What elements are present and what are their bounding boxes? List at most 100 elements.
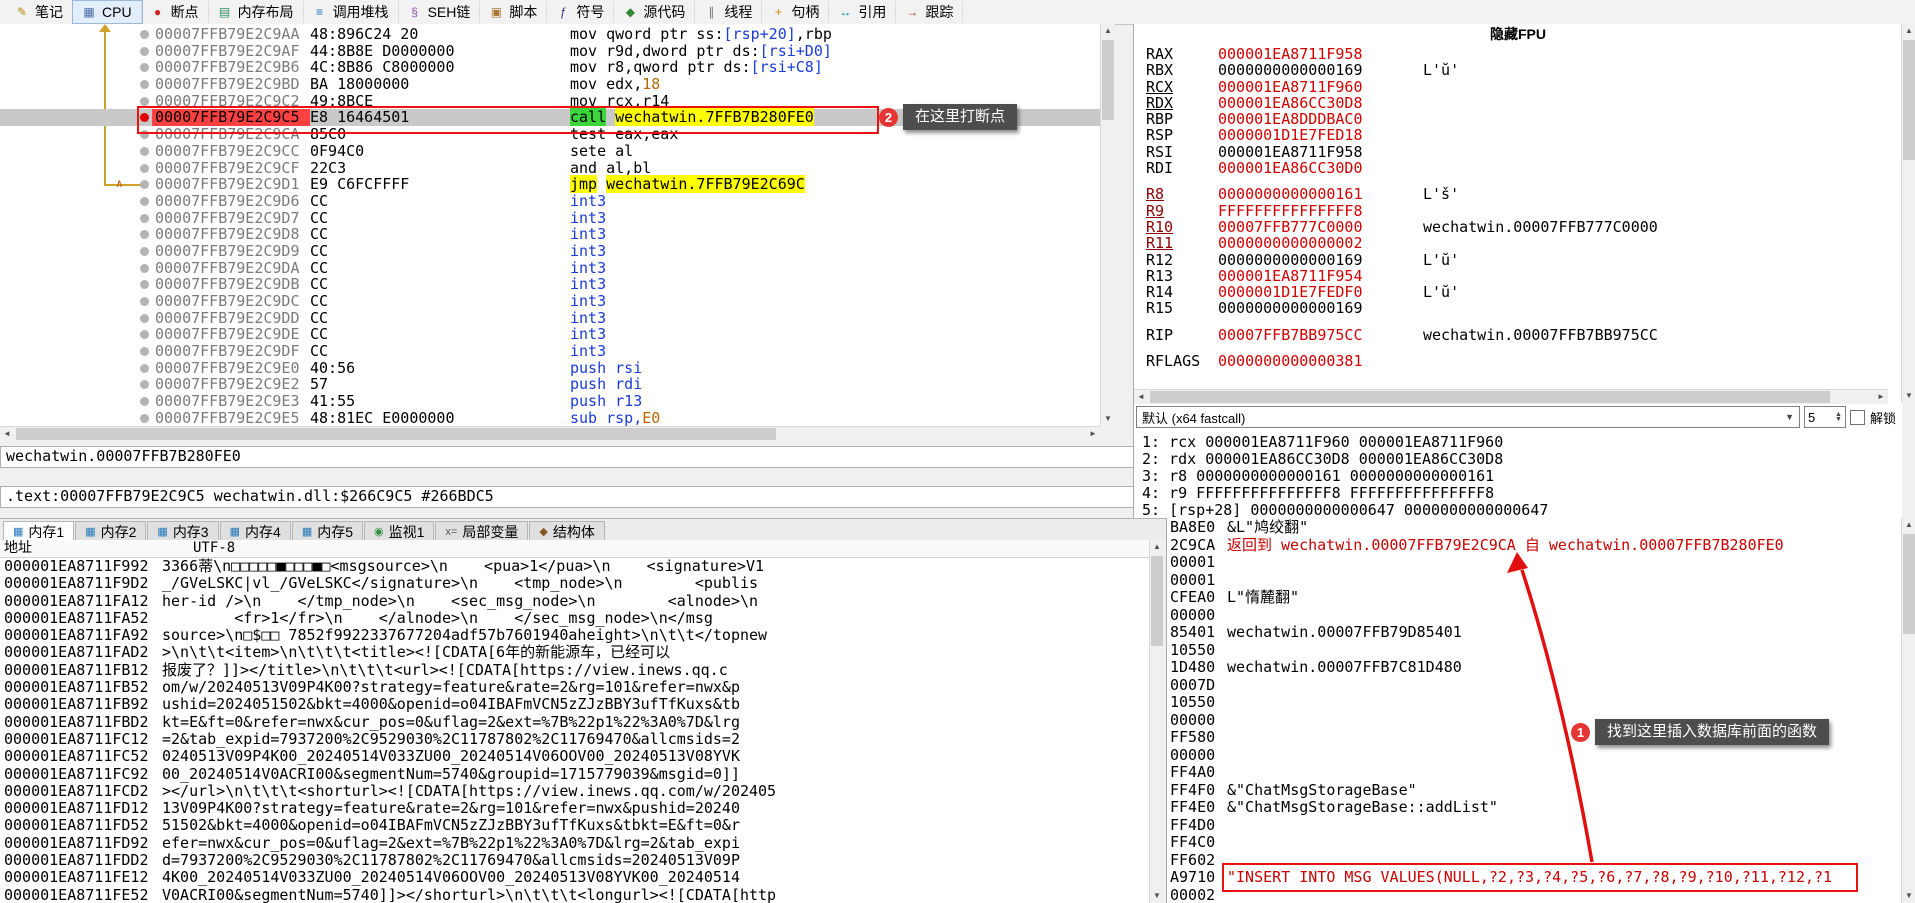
dump-row[interactable]: 000001EA8711FA52 <fr>1</fr>\n </alnode>\…: [0, 609, 1149, 627]
register-row[interactable]: R8 0000000000000161 L'š': [1146, 186, 1896, 203]
disasm-row[interactable]: 00007FFB79E2C9AA 48:896C24 20 mov qword pt…: [0, 26, 1100, 43]
breakpoint-slot[interactable]: [140, 413, 149, 423]
toolbar-tab-call-stack[interactable]: ≡ 调用堆栈: [304, 1, 399, 23]
disasm-row[interactable]: 00007FFB79E2C9CC 0F94C0 sete al: [0, 142, 1100, 160]
disasm-row[interactable]: 00007FFB79E2C9BD BA 18000000 mov edx,18: [0, 76, 1100, 93]
scroll-thumb[interactable]: [1903, 40, 1915, 160]
stack-row[interactable]: 2C9CA 返回到 wechatwin.00007FFB79E2C9CA 自 we…: [1167, 536, 1902, 555]
args-count-spinner[interactable]: 5 ▲ ▼: [1803, 406, 1846, 428]
toolbar-tab-notes[interactable]: ✎ 笔记: [6, 1, 73, 23]
disasm-row[interactable]: 00007FFB79E2C9DB CC int3: [0, 276, 1100, 293]
breakpoint-slot[interactable]: [140, 330, 149, 340]
hide-fpu-button[interactable]: 隐藏FPU: [1134, 24, 1902, 44]
dump-row[interactable]: 000001EA8711FC12 =2&tab_expid=7937200%2C9…: [0, 730, 1149, 748]
breakpoint-slot[interactable]: [140, 146, 149, 156]
breakpoint-slot[interactable]: [140, 96, 149, 106]
stack-row[interactable]: 0007D: [1167, 676, 1902, 695]
dump-vscrollbar[interactable]: ▲ ▼: [1149, 540, 1164, 903]
scroll-right-icon[interactable]: ►: [1874, 390, 1888, 404]
disasm-row[interactable]: 00007FFB79E2C9D7 CC int3: [0, 209, 1100, 227]
scroll-left-icon[interactable]: ◄: [1134, 390, 1148, 404]
register-row[interactable]: R10 00007FFB777C0000 wechatwin.00007FFB777…: [1146, 219, 1896, 236]
disassembly-vscrollbar[interactable]: ▲ ▼: [1100, 24, 1115, 426]
register-row[interactable]: RCX 000001EA8711F960: [1146, 78, 1896, 95]
dump-row[interactable]: 000001EA8711FA92 source>\n□$□□ 7852f99223…: [0, 626, 1149, 644]
scroll-up-icon[interactable]: ▲: [1902, 24, 1915, 38]
scroll-up-icon[interactable]: ▲: [1101, 24, 1115, 38]
register-row[interactable]: RBX 0000000000000169 L'ŭ': [1146, 62, 1896, 79]
unlock-checkbox[interactable]: 解锁: [1849, 408, 1900, 427]
dump-row[interactable]: 000001EA8711FB92 ushid=2024051502&bkt=400…: [0, 696, 1149, 714]
disasm-row[interactable]: 00007FFB79E2C9DD CC int3: [0, 309, 1100, 327]
stack-panel[interactable]: BA8E0 &L"鸠绞翻" 2C9CA 返回到 wechatwin.00007FFB7…: [1166, 518, 1902, 903]
dump-row[interactable]: 000001EA8711FA12 her-id />\n </tmp_node>\…: [0, 592, 1149, 610]
dump-row[interactable]: 000001EA8711FC92 00_20240514V0ACRI00&segm…: [0, 765, 1149, 783]
register-row[interactable]: RFLAGS 0000000000000381: [1146, 353, 1896, 370]
disasm-row[interactable]: 00007FFB79E2C9E0 40:56 push rsi: [0, 359, 1100, 377]
register-row[interactable]: RBP 000001EA8DDDBAC0: [1146, 111, 1896, 128]
register-row[interactable]: R13 000001EA8711F954: [1146, 268, 1896, 285]
bottom-tab-dump3[interactable]: ▦ 内存3: [147, 521, 219, 541]
stack-row[interactable]: 00001: [1167, 553, 1902, 572]
disasm-row[interactable]: 00007FFB79E2C9DF CC int3: [0, 343, 1100, 360]
breakpoint-slot[interactable]: [140, 246, 149, 256]
stack-row[interactable]: FF4A0: [1167, 763, 1902, 782]
dump-row[interactable]: 000001EA8711FDD2 d=7937200%2C9529030%2C11…: [0, 851, 1149, 869]
breakpoint-slot[interactable]: [140, 63, 149, 73]
scroll-up-icon[interactable]: ▲: [1902, 518, 1915, 532]
breakpoint-slot[interactable]: [140, 380, 149, 390]
disasm-row[interactable]: 00007FFB79E2C9D9 CC int3: [0, 243, 1100, 260]
breakpoint-slot[interactable]: [140, 30, 149, 39]
breakpoint-slot[interactable]: [140, 397, 149, 407]
disasm-row[interactable]: 00007FFB79E2C9CF 22C3 and al,bl: [0, 159, 1100, 177]
stack-row[interactable]: 10550: [1167, 693, 1902, 712]
register-row[interactable]: R11 0000000000000002: [1146, 235, 1896, 252]
register-row[interactable]: RAX 000001EA8711F958: [1146, 46, 1896, 63]
stack-row[interactable]: 00001: [1167, 571, 1902, 590]
dump-row[interactable]: 000001EA8711FE52 V0ACRI00&segmentNum=5740…: [0, 886, 1149, 903]
scroll-down-icon[interactable]: ▼: [1150, 889, 1164, 903]
disasm-row[interactable]: 00007FFB79E2C9E5 48:81EC E0000000 sub rsp,…: [0, 409, 1100, 426]
breakpoint-slot[interactable]: [140, 263, 149, 273]
disasm-row[interactable]: 00007FFB79E2C9DE CC int3: [0, 326, 1100, 343]
toolbar-tab-source[interactable]: ◆ 源代码: [614, 1, 696, 23]
register-row[interactable]: R9 FFFFFFFFFFFFFFF8: [1146, 202, 1896, 219]
stack-row[interactable]: FF4C0: [1167, 833, 1902, 852]
scroll-down-icon[interactable]: ▼: [1902, 389, 1915, 403]
scroll-right-icon[interactable]: ►: [1086, 427, 1100, 441]
toolbar-tab-script[interactable]: ▣ 脚本: [480, 1, 548, 23]
breakpoint-slot[interactable]: [140, 363, 149, 373]
dump-row[interactable]: 000001EA8711FD52 51502&bkt=4000&openid=o0…: [0, 817, 1149, 835]
breakpoint-slot[interactable]: [140, 347, 149, 357]
breakpoint-slot[interactable]: [140, 196, 149, 206]
scroll-thumb[interactable]: [1151, 556, 1163, 646]
stack-row[interactable]: FF4F0 &"ChatMsgStorageBase": [1167, 781, 1902, 800]
register-row[interactable]: R12 0000000000000169 L'ŭ': [1146, 251, 1896, 268]
dump-row[interactable]: 000001EA8711FB12 报废了？]]></title>\n\t\t\t<…: [0, 661, 1149, 679]
stack-row[interactable]: 1D480 wechatwin.00007FFB7C81D480: [1167, 658, 1902, 677]
dump-row[interactable]: 000001EA8711FB52 om/w/20240513V09P4K00?st…: [0, 678, 1149, 696]
breakpoint-slot[interactable]: [140, 280, 149, 290]
toolbar-tab-references[interactable]: ↔ 引用: [829, 1, 897, 23]
stack-row[interactable]: BA8E0 &L"鸠绞翻": [1167, 518, 1902, 537]
stack-vscrollbar[interactable]: ▲ ▼: [1901, 518, 1915, 903]
scroll-left-icon[interactable]: ◄: [0, 427, 14, 441]
stack-row[interactable]: 85401 wechatwin.00007FFB79D85401: [1167, 623, 1902, 642]
breakpoint-slot[interactable]: [140, 180, 149, 190]
dump-row[interactable]: 000001EA8711FAD2 >\n\t\t<item>\n\t\t\t<ti…: [0, 644, 1149, 662]
breakpoint-slot[interactable]: [140, 230, 149, 240]
register-row[interactable]: RSP 0000001D1E7FED18: [1146, 127, 1896, 144]
dump-row[interactable]: 000001EA8711FD12 13V09P4K00?strategy=feat…: [0, 799, 1149, 817]
registers-panel[interactable]: 隐藏FPU RAX 000001EA8711F958 RBX 000000000000…: [1133, 24, 1902, 518]
disasm-row[interactable]: 00007FFB79E2C9DA CC int3: [0, 259, 1100, 277]
disasm-row[interactable]: 00007FFB79E2C9AF 44:8B8E D0000000 mov r9d,…: [0, 42, 1100, 60]
disasm-row[interactable]: ∧ 00007FFB79E2C9D1 E9 C6FCFFFF jmp wechatwi…: [0, 175, 1100, 194]
disasm-row[interactable]: 00007FFB79E2C9E2 57 push rdi: [0, 376, 1100, 393]
bottom-tab-dump2[interactable]: ▦ 内存2: [75, 521, 147, 541]
toolbar-tab-seh[interactable]: § SEH链: [399, 1, 481, 23]
scroll-thumb[interactable]: [1150, 391, 1830, 403]
dump-row[interactable]: 000001EA8711FE12 4K00_20240514V033ZU00_20…: [0, 869, 1149, 887]
dump-row[interactable]: 000001EA8711FC52 0240513V09P4K00_20240514…: [0, 747, 1149, 765]
register-row[interactable]: R14 0000001D1E7FEDF0 L'ŭ': [1146, 284, 1896, 301]
toolbar-tab-trace[interactable]: → 跟踪: [896, 1, 964, 23]
